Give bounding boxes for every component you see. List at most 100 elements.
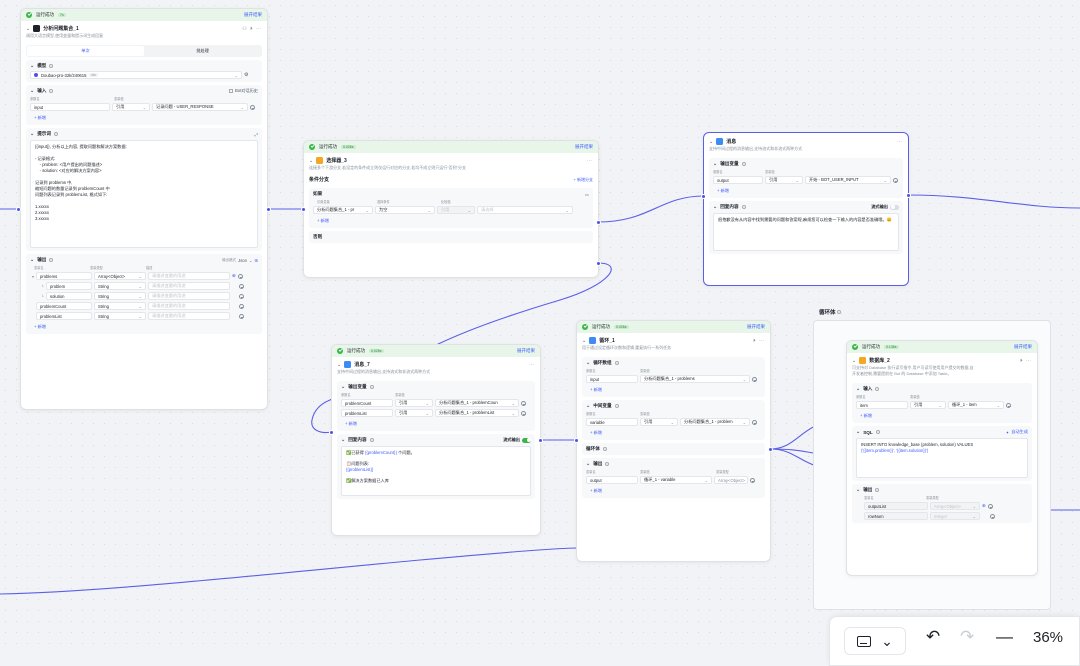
add-button[interactable]: + 新增 [586, 429, 606, 437]
expand-result-button[interactable]: 展开结果 [747, 324, 765, 330]
remove-icon[interactable] [239, 283, 244, 289]
add-button[interactable]: + 新增 [30, 323, 50, 331]
var-desc-field[interactable]: 请描述变量的用途 [148, 272, 230, 280]
node-title[interactable]: 选择器_3 [326, 157, 347, 164]
more-icon[interactable]: ⏵ ⋯ [753, 338, 765, 344]
remove-icon[interactable] [750, 477, 755, 483]
minimap-toggle[interactable]: ⌄ [844, 627, 906, 655]
node-database[interactable]: 运行成功 0.136s 展开结果 ⌄ 数据库_2 ⏵ ⋯ 可支持对 Database 执… [846, 340, 1038, 576]
expand-row-icon[interactable]: ▾ [30, 274, 34, 279]
type-select[interactable]: Integer [930, 512, 980, 520]
undo-icon[interactable]: ↶ [926, 627, 940, 647]
type-select[interactable]: Array<Object> [930, 502, 980, 510]
ref-value-select[interactable]: 循环_1 - item [948, 401, 1004, 409]
ref-value-select[interactable]: 分析问题集合_1 - problems [640, 375, 750, 383]
node-title[interactable]: 消息_7 [354, 361, 370, 368]
port-in[interactable] [15, 206, 21, 212]
node-loop[interactable]: 运行成功 0.026s 展开结果 ⌄ 循环_1 ⏵ ⋯ 用于通过设定循环次数和逻辑,重复… [576, 320, 771, 562]
param-name-field[interactable]: input [586, 375, 638, 383]
node-message[interactable]: ⌄ 消息 ⋯ 支持中间过程的消息输出,支持流式和非流式两种方式 ⌄ 输出变量 参数名变… [703, 132, 909, 286]
collapse-icon[interactable]: ⌄ [26, 26, 30, 32]
reply-editor[interactable]: 很抱歉没有从内容中找到需要的问题和答案呢,麻烦您可以检查一下输入的内容是否准确哦… [713, 213, 899, 251]
ref-type-select[interactable]: 引用 [395, 409, 433, 417]
ref-value-select[interactable]: 分析问题集合_1 - problem [680, 418, 750, 426]
collapse-icon[interactable]: ⌄ [709, 139, 713, 145]
ref-type-select[interactable]: 引用 [640, 418, 678, 426]
ref-value-select[interactable]: 分析问题集合_1 - problemList [435, 409, 519, 417]
node-message-7[interactable]: 运行成功 0.026s 展开结果 ⌄ 消息_7 ⋯ 支持中间过程的消息输出,支持流式和非… [331, 344, 541, 536]
condition-op-select[interactable]: 为空 [375, 206, 435, 214]
model-settings-icon[interactable]: ⚙ [244, 72, 248, 78]
node-title[interactable]: 循环_1 [599, 337, 615, 344]
port-in[interactable] [300, 206, 306, 212]
remove-icon[interactable] [239, 303, 244, 309]
collapse-icon[interactable]: ⌄ [582, 338, 586, 344]
more-icon[interactable]: ⋯ [529, 362, 535, 368]
add-child-icon[interactable]: ⊕ [232, 273, 236, 279]
node-llm[interactable]: 运行成功 7s 展开结果 ⌄ 分析问题集合_1 ⚇ ⏵ ⋯ 调用大语言模型,使用… [20, 8, 268, 410]
var-desc-field[interactable]: 请描述变量的用途 [148, 292, 230, 300]
expand-result-button[interactable]: 展开结果 [1014, 344, 1032, 350]
reply-editor[interactable]: ✅已获得 {{problemCount}} 个问题。 📋问题列表: {{proble… [341, 446, 531, 496]
model-select[interactable]: Doubao-pro-32k/240615 ctx [30, 71, 242, 79]
var-desc-field[interactable]: 请描述变量的用途 [148, 282, 230, 290]
remove-icon[interactable] [237, 273, 243, 279]
redo-icon[interactable]: ↷ [960, 627, 974, 647]
port-out[interactable] [266, 206, 271, 212]
node-selector[interactable]: 运行成功 0.026s 展开结果 ⌄ 选择器_3 ⋯ 连接多个下游分支,若设定的条件成立… [303, 140, 599, 278]
ref-value-select[interactable]: 循环_1 - variable [640, 476, 712, 484]
var-name-field[interactable]: problemCount [36, 302, 92, 310]
ref-value-select[interactable]: 开始 - BOT_USER_INPUT [805, 176, 891, 184]
expand-result-button[interactable]: 展开结果 [575, 144, 593, 150]
remove-icon[interactable] [893, 177, 898, 183]
param-name-field[interactable]: outputList [864, 502, 928, 510]
param-name-field[interactable]: variable [586, 418, 638, 426]
more-icon[interactable]: ⚇ ⏵ ⋯ [242, 26, 262, 32]
more-icon[interactable]: ⋯ [897, 139, 903, 145]
add-button[interactable]: + 新增 [586, 487, 606, 495]
param-name-field[interactable]: input [30, 103, 110, 111]
add-branch-button[interactable]: + 新增分支 [574, 177, 593, 183]
checkbox[interactable] [228, 89, 233, 93]
port-out-if[interactable] [595, 219, 601, 225]
add-button[interactable]: + 新增 [856, 412, 876, 420]
port-out[interactable] [906, 192, 911, 198]
tab-single[interactable]: 单次 [27, 46, 144, 56]
var-type-select[interactable]: String [94, 292, 146, 300]
add-button[interactable]: + 新增 [586, 386, 606, 394]
port-out-else[interactable] [595, 260, 601, 266]
compare-type-select[interactable]: 引用 [437, 206, 475, 214]
ref-type-select[interactable]: 引用 [910, 401, 946, 409]
remove-icon[interactable] [239, 313, 244, 319]
remove-icon[interactable] [987, 503, 993, 509]
settings-icon[interactable]: ⊞ [254, 258, 258, 263]
node-title[interactable]: 分析问题集合_1 [43, 25, 79, 32]
port-in[interactable] [328, 429, 334, 435]
port-loop-out[interactable] [767, 446, 773, 452]
add-button[interactable]: + 新增 [30, 114, 50, 122]
more-icon[interactable]: ⋯ [587, 158, 593, 164]
param-name-field[interactable]: output [713, 176, 763, 184]
delete-icon[interactable]: ▭ [585, 192, 589, 197]
param-name-field[interactable]: problemList [341, 409, 393, 417]
add-button[interactable]: + 新增 [313, 217, 333, 225]
zoom-out-icon[interactable]: — [996, 627, 1013, 647]
var-type-select[interactable]: String [94, 282, 146, 290]
tab-batch[interactable]: 批处理 [144, 46, 261, 56]
ref-value-select[interactable]: 记录问题 - USER_RESPONSE [152, 103, 248, 111]
prompt-editor[interactable]: {{input}}, 分析以上内容, 提取问题和解决方案数据: - 记录格式: -… [30, 140, 258, 248]
remove-icon[interactable] [990, 513, 995, 519]
var-desc-field[interactable]: 请描述变量的用途 [148, 312, 230, 320]
remove-icon[interactable] [1006, 402, 1011, 408]
node-title[interactable]: 消息 [726, 138, 736, 145]
param-name-field[interactable]: output [586, 476, 638, 484]
var-type-select[interactable]: String [94, 302, 146, 310]
var-type-select[interactable]: Array<Object> [94, 272, 146, 280]
remove-icon[interactable] [521, 400, 526, 406]
var-type-select[interactable]: String [94, 312, 146, 320]
port-in[interactable] [700, 193, 706, 199]
ref-value-select[interactable]: 分析问题集合_1 - problemCoun [435, 399, 519, 407]
collapse-icon[interactable]: ⌄ [852, 358, 856, 364]
var-name-field[interactable]: solution [46, 292, 92, 300]
more-icon[interactable]: ⏵ ⋯ [1020, 358, 1032, 364]
